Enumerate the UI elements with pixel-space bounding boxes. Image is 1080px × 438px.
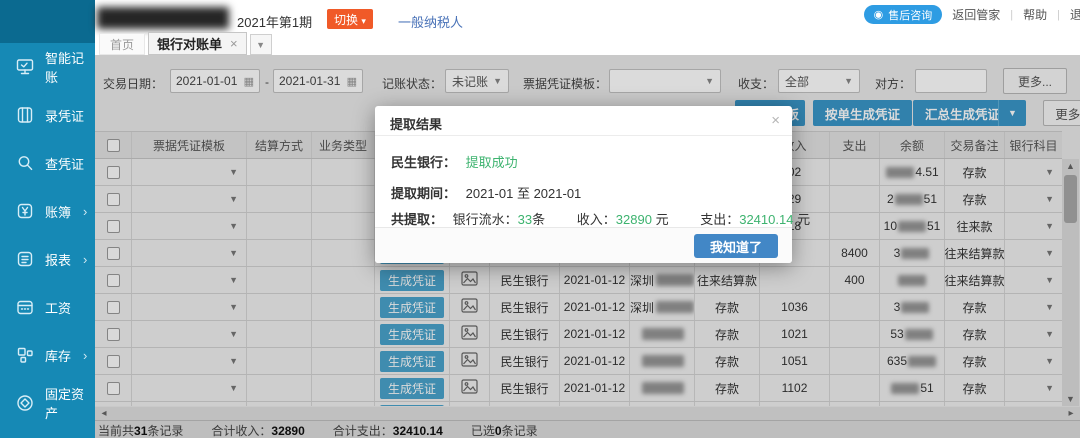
inventory-icon bbox=[14, 345, 36, 365]
tab-list-dropdown[interactable]: ▼ bbox=[250, 34, 272, 55]
sidebar-item-salary[interactable]: 工资 bbox=[0, 283, 95, 331]
chevron-right-icon: › bbox=[83, 204, 87, 219]
extract-success-status: 提取成功 bbox=[466, 155, 518, 170]
sidebar-item-inventory[interactable]: 库存 › bbox=[0, 331, 95, 379]
sidebar: 智能记账 录凭证 查凭证 账簿 › bbox=[0, 0, 95, 438]
sidebar-item-smart-accounting[interactable]: 智能记账 bbox=[0, 43, 95, 91]
divider: | bbox=[1057, 9, 1060, 21]
chevron-right-icon: › bbox=[83, 348, 87, 363]
sidebar-item-fixed-assets[interactable]: 固定资产 bbox=[0, 379, 95, 427]
switch-period-button[interactable]: 切换 ▾ bbox=[327, 9, 373, 29]
income-total: 32890 bbox=[616, 212, 652, 227]
report-icon bbox=[14, 249, 36, 269]
app-window: 智能记账 录凭证 查凭证 账簿 › bbox=[0, 0, 1080, 438]
sidebar-item-label: 工资 bbox=[45, 298, 71, 317]
tab-bar: 首页 银行对账单 × ▼ bbox=[95, 32, 272, 55]
tab-label: 银行对账单 bbox=[157, 34, 222, 53]
help-link[interactable]: 帮助 bbox=[1023, 6, 1047, 23]
sidebar-item-label: 固定资产 bbox=[45, 384, 95, 422]
company-name-redacted bbox=[97, 7, 229, 29]
modal-footer: 我知道了 bbox=[375, 227, 792, 263]
sidebar-item-ledger[interactable]: 账簿 › bbox=[0, 187, 95, 235]
extract-result-modal: 提取结果 × 民生银行： 提取成功 提取期间： 2021-01 至 2021-0… bbox=[375, 106, 792, 263]
sidebar-item-label: 库存 bbox=[45, 346, 71, 365]
chevron-down-icon: ▼ bbox=[256, 40, 265, 50]
flow-count: 33 bbox=[518, 212, 532, 227]
accounting-period: 2021年第1期 bbox=[237, 12, 312, 31]
sidebar-item-label: 录凭证 bbox=[45, 106, 84, 125]
voucher-entry-icon bbox=[14, 105, 36, 125]
fixed-asset-icon bbox=[14, 393, 36, 413]
close-icon[interactable]: × bbox=[230, 36, 238, 51]
ledger-icon bbox=[14, 201, 36, 221]
sidebar-item-voucher-entry[interactable]: 录凭证 bbox=[0, 91, 95, 139]
divider bbox=[375, 135, 792, 136]
extract-period-row: 提取期间： 2021-01 至 2021-01 bbox=[391, 183, 581, 202]
back-to-manager-link[interactable]: 返回管家 bbox=[952, 6, 1000, 23]
modal-title: 提取结果 bbox=[390, 114, 442, 133]
sidebar-item-label: 账簿 bbox=[45, 202, 71, 221]
expense-total: 32410.14 bbox=[739, 212, 793, 227]
chevron-right-icon: › bbox=[83, 252, 87, 267]
top-header: 2021年第1期 切换 ▾ 一般纳税人 ◉ 售后咨询 返回管家 | 帮助 | 退… bbox=[95, 0, 1080, 55]
voucher-search-icon bbox=[14, 153, 36, 173]
salary-icon bbox=[14, 297, 36, 317]
header-right-nav: ◉ 售后咨询 返回管家 | 帮助 | 退出 bbox=[864, 5, 1080, 24]
sidebar-menu: 智能记账 录凭证 查凭证 账簿 › bbox=[0, 43, 95, 427]
tab-bank-statement[interactable]: 银行对账单 × bbox=[148, 32, 247, 55]
chevron-down-icon: ▾ bbox=[361, 16, 366, 26]
sidebar-item-label: 报表 bbox=[45, 250, 71, 269]
logout-link[interactable]: 退出 bbox=[1070, 6, 1080, 23]
main-content: 交易日期： 2021-01-01▦ - 2021-01-31▦ 记账状态： 未记… bbox=[95, 55, 1080, 438]
after-sales-support-button[interactable]: ◉ 售后咨询 bbox=[864, 5, 943, 24]
headset-icon: ◉ bbox=[874, 8, 884, 21]
sidebar-item-label: 智能记账 bbox=[45, 48, 95, 86]
sidebar-item-voucher-search[interactable]: 查凭证 bbox=[0, 139, 95, 187]
bank-status-row: 民生银行： 提取成功 bbox=[391, 152, 518, 171]
taxpayer-type-link[interactable]: 一般纳税人 bbox=[398, 12, 463, 31]
smart-accounting-icon bbox=[14, 57, 36, 77]
sidebar-logo-area bbox=[0, 0, 95, 43]
close-icon[interactable]: × bbox=[771, 112, 780, 129]
confirm-button[interactable]: 我知道了 bbox=[694, 234, 778, 258]
sidebar-item-label: 查凭证 bbox=[45, 154, 84, 173]
sidebar-item-reports[interactable]: 报表 › bbox=[0, 235, 95, 283]
divider: | bbox=[1010, 9, 1013, 21]
tab-home[interactable]: 首页 bbox=[99, 33, 145, 55]
extract-total-row: 共提取： 银行流水：33条 收入：32890 元 支出：32410.14 元 bbox=[391, 209, 810, 228]
